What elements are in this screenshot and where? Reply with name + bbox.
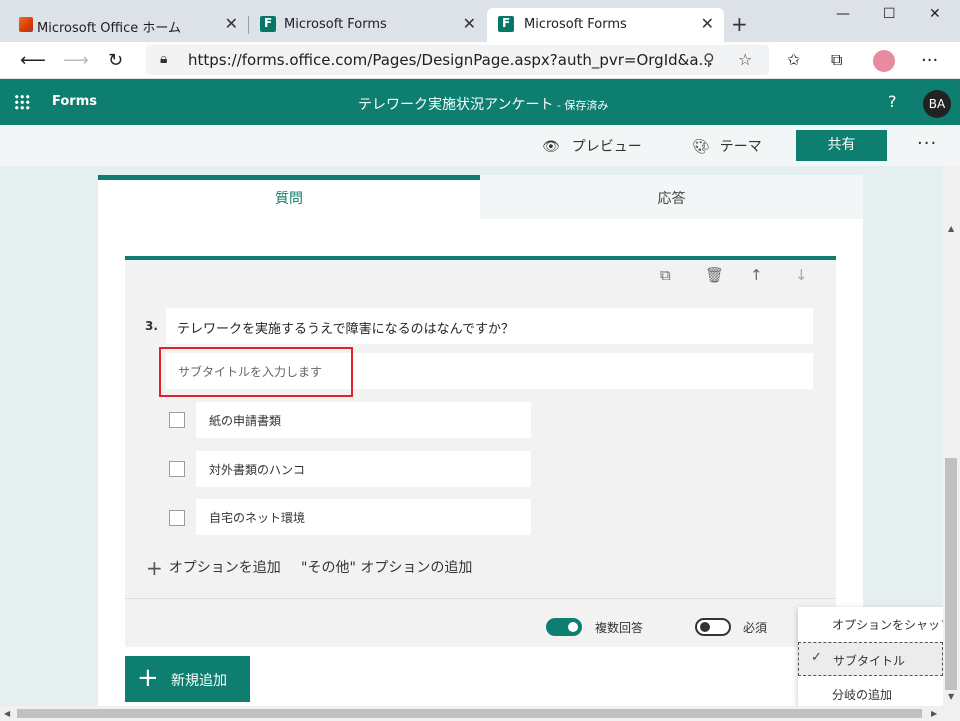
toggle-knob xyxy=(568,622,578,632)
scroll-left-icon[interactable]: ◀ xyxy=(4,709,10,718)
palette-icon: 🎨︎ xyxy=(692,139,710,155)
url-text[interactable]: https://forms.office.com/Pages/DesignPag… xyxy=(188,51,713,69)
option-input[interactable]: 対外書類のハンコ xyxy=(196,451,531,487)
tab-title: Microsoft Forms xyxy=(284,17,387,32)
lock-icon: 🔒︎ xyxy=(160,51,168,67)
question-title-input[interactable]: テレワークを実施するうえで障害になるのはなんですか？ xyxy=(166,308,813,344)
vertical-scrollbar[interactable]: ▲ ▼ xyxy=(943,166,960,706)
question-options-menu: オプションをシャッフル ✓ サブタイトル 分岐の追加 xyxy=(798,607,943,707)
copy-icon[interactable]: ⧉ xyxy=(660,266,671,284)
required-label: 必須 xyxy=(743,621,768,635)
move-up-icon[interactable]: ↑ xyxy=(750,266,763,284)
help-icon[interactable]: ? xyxy=(888,92,897,111)
delete-icon[interactable]: 🗑︎ xyxy=(705,266,724,284)
multiple-answers-toggle[interactable] xyxy=(546,618,582,636)
preview-label: プレビュー xyxy=(571,139,642,155)
option-checkbox[interactable] xyxy=(169,510,185,526)
office-icon xyxy=(19,17,33,32)
favorites-icon[interactable]: ✩ xyxy=(787,50,800,69)
question-number: 3. xyxy=(145,319,158,333)
check-icon: ✓ xyxy=(811,650,822,665)
tab-title: Microsoft Office ホーム xyxy=(37,21,181,36)
option-input[interactable]: 自宅のネット環境 xyxy=(196,499,531,535)
url-field[interactable]: 🔒︎ https://forms.office.com/Pages/Design… xyxy=(146,45,769,75)
new-tab-button[interactable]: + xyxy=(731,12,748,36)
maximize-icon[interactable]: ☐ xyxy=(883,6,896,22)
form-tabs: 質問 応答 xyxy=(98,175,863,219)
add-option-button[interactable]: + オプションを追加 xyxy=(146,556,281,580)
refresh-icon[interactable]: ↻ xyxy=(108,50,123,71)
zoom-icon[interactable]: ⚲ xyxy=(703,50,715,69)
profile-icon[interactable] xyxy=(873,50,895,72)
browser-tab-forms-active[interactable]: Microsoft Forms ✕ xyxy=(487,8,724,42)
minimize-icon[interactable]: — xyxy=(836,6,850,22)
vertical-scroll-thumb[interactable] xyxy=(945,458,957,690)
theme-label: テーマ xyxy=(719,139,762,155)
add-other-option-button[interactable]: "その他" オプションの追加 xyxy=(301,557,472,577)
theme-button[interactable]: 🎨︎ テーマ xyxy=(692,136,762,156)
forms-icon xyxy=(260,16,276,32)
preview-button[interactable]: 👁︎ プレビュー xyxy=(542,136,642,156)
scroll-up-icon[interactable]: ▲ xyxy=(948,224,954,233)
browser-tab-strip: Microsoft Office ホーム ✕ Microsoft Forms ✕… xyxy=(0,0,960,42)
back-icon[interactable]: ⟵ xyxy=(20,50,46,71)
address-bar: ⟵ ⟶ ↻ 🔒︎ https://forms.office.com/Pages/… xyxy=(0,42,960,79)
browser-menu-icon[interactable]: ··· xyxy=(921,50,938,71)
favorite-star-icon[interactable]: ☆ xyxy=(738,50,752,69)
plus-icon: + xyxy=(146,556,163,580)
browser-tab-forms-1[interactable]: Microsoft Forms ✕ xyxy=(248,8,486,42)
option-text: 対外書類のハンコ xyxy=(209,463,306,477)
forms-icon xyxy=(498,16,514,32)
browser-tab-office-home[interactable]: Microsoft Office ホーム ✕ xyxy=(0,8,248,42)
collections-icon[interactable]: ⧉ xyxy=(831,50,842,70)
command-bar: 👁︎ プレビュー 🎨︎ テーマ 共有 ··· xyxy=(0,125,960,166)
form-title: テレワーク実施状況アンケート - 保存済み xyxy=(358,94,608,114)
app-name[interactable]: Forms xyxy=(52,94,97,109)
move-down-icon[interactable]: ↓ xyxy=(795,266,808,284)
plus-icon: + xyxy=(137,663,159,693)
menu-item-subtitle[interactable]: ✓ サブタイトル xyxy=(798,642,943,676)
option-text: 紙の申請書類 xyxy=(209,414,282,428)
scroll-right-icon[interactable]: ▶ xyxy=(931,709,937,718)
scroll-down-icon[interactable]: ▼ xyxy=(948,692,954,701)
horizontal-scrollbar[interactable]: ◀ ▶ xyxy=(0,706,960,721)
tab-close-icon[interactable]: ✕ xyxy=(225,14,238,33)
multiple-answers-label: 複数回答 xyxy=(595,621,644,635)
add-option-label: オプションを追加 xyxy=(168,560,281,576)
menu-item-shuffle-options[interactable]: オプションをシャッフル xyxy=(798,607,943,641)
add-new-label: 新規追加 xyxy=(171,673,227,689)
forward-icon[interactable]: ⟶ xyxy=(63,50,89,71)
tab-responses[interactable]: 応答 xyxy=(480,175,863,219)
option-checkbox[interactable] xyxy=(169,461,185,477)
avatar[interactable]: BA xyxy=(923,90,951,118)
question-title-text: テレワークを実施するうえで障害になるのはなんですか？ xyxy=(177,322,514,337)
menu-item-add-branching[interactable]: 分岐の追加 xyxy=(798,677,943,707)
toggle-knob xyxy=(700,622,710,632)
option-text: 自宅のネット環境 xyxy=(209,511,306,525)
add-new-question-button[interactable]: + 新規追加 xyxy=(125,656,250,702)
highlight-box xyxy=(159,347,353,397)
required-toggle[interactable] xyxy=(695,618,731,636)
option-checkbox[interactable] xyxy=(169,412,185,428)
app-launcher-icon[interactable] xyxy=(14,94,30,110)
tab-title: Microsoft Forms xyxy=(524,17,627,32)
menu-item-label: オプションをシャッフル xyxy=(832,618,943,632)
tab-close-icon[interactable]: ✕ xyxy=(701,14,714,33)
menu-item-label: 分岐の追加 xyxy=(832,688,893,702)
forms-header: Forms テレワーク実施状況アンケート - 保存済み ? BA xyxy=(0,79,960,125)
eye-icon: 👁︎ xyxy=(542,139,560,155)
window-close-icon[interactable]: ✕ xyxy=(929,6,941,22)
more-options-icon[interactable]: ··· xyxy=(917,133,937,154)
menu-item-label: サブタイトル xyxy=(833,654,906,668)
tab-questions[interactable]: 質問 xyxy=(98,175,480,219)
form-title-text: テレワーク実施状況アンケート xyxy=(358,97,554,113)
option-input[interactable]: 紙の申請書類 xyxy=(196,402,531,438)
share-button[interactable]: 共有 xyxy=(796,130,887,161)
tab-close-icon[interactable]: ✕ xyxy=(463,14,476,33)
saved-status: - 保存済み xyxy=(553,99,609,112)
horizontal-scroll-thumb[interactable] xyxy=(17,709,922,718)
